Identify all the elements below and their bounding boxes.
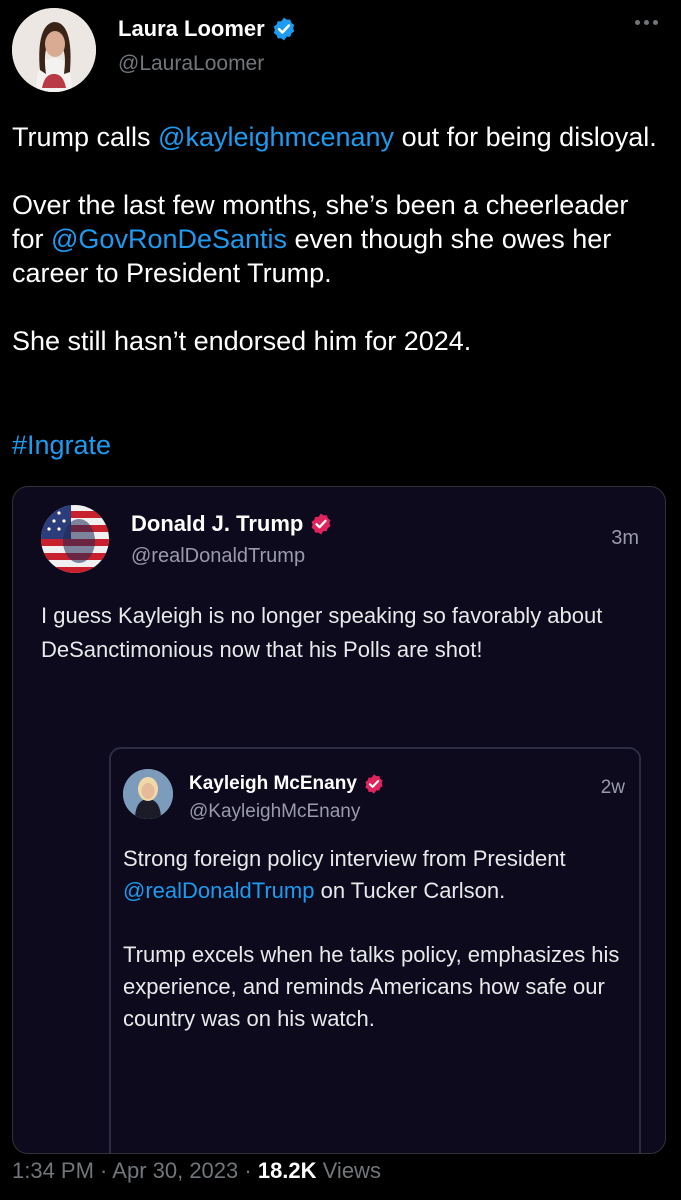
quoted-post-text: I guess Kayleigh is no longer speaking s…: [41, 603, 603, 662]
quoted-author-handle[interactable]: @realDonaldTrump: [131, 545, 305, 568]
nested-text-segment: Trump excels when he talks policy, empha…: [123, 942, 626, 1031]
quoted-avatar[interactable]: [41, 505, 109, 573]
tweet-text: Trump calls @kayleighmcenany out for bei…: [12, 120, 662, 358]
nested-author-name[interactable]: Kayleigh McEnany: [189, 773, 385, 795]
quoted-author-name-text: Donald J. Trump: [131, 511, 304, 536]
meta-separator: ·: [238, 1158, 258, 1183]
flag-face-avatar-icon: [41, 505, 109, 573]
quoted-post-card[interactable]: Donald J. Trump @realDonaldTrump 3m I gu…: [12, 486, 666, 1154]
portrait-avatar-icon: [123, 769, 173, 819]
tweet-text-segment: She still hasn’t endorsed him for 2024.: [12, 326, 472, 356]
meta-separator: ·: [93, 1158, 113, 1183]
hashtag-link[interactable]: #Ingrate: [12, 430, 111, 461]
mention-link[interactable]: @GovRonDeSantis: [51, 224, 287, 254]
author-avatar[interactable]: [12, 8, 96, 92]
post-time[interactable]: 1:34 PM: [12, 1158, 94, 1183]
views-count[interactable]: 18.2K: [258, 1158, 317, 1183]
quoted-author-name[interactable]: Donald J. Trump: [131, 511, 333, 537]
tweet-text-segment: out for being disloyal.: [394, 122, 657, 152]
nested-timestamp: 2w: [600, 777, 625, 798]
verified-badge-icon: [365, 774, 383, 794]
author-name[interactable]: Laura Loomer: [118, 16, 297, 42]
tweet-text-segment: Trump calls: [12, 122, 159, 152]
nested-text-segment: Strong foreign policy interview from Pre…: [123, 846, 572, 871]
verified-badge-icon: [273, 17, 294, 41]
quoted-timestamp: 3m: [611, 527, 639, 549]
views-label: Views: [316, 1158, 381, 1183]
nested-author-name-text: Kayleigh McEnany: [189, 773, 357, 794]
nested-quoted-post-card[interactable]: Kayleigh McEnany @KayleighMcEnany 2w Str…: [109, 747, 641, 1153]
author-name-text: Laura Loomer: [118, 16, 265, 41]
nested-post-text: Strong foreign policy interview from Pre…: [123, 843, 623, 1035]
verified-badge-icon: [311, 513, 331, 535]
nested-text-segment: on Tucker Carlson.: [314, 878, 506, 903]
avatar-image-icon: [12, 8, 96, 92]
more-options-icon[interactable]: [635, 20, 663, 28]
mention-link[interactable]: @kayleighmcenany: [158, 122, 394, 152]
mention-link[interactable]: @realDonaldTrump: [123, 878, 314, 903]
nested-avatar[interactable]: [123, 769, 173, 819]
post-date[interactable]: Apr 30, 2023: [112, 1158, 238, 1183]
author-handle[interactable]: @LauraLoomer: [118, 52, 264, 76]
nested-author-handle[interactable]: @KayleighMcEnany: [189, 801, 360, 823]
post-meta: 1:34 PM · Apr 30, 2023 · 18.2K Views: [12, 1158, 381, 1184]
